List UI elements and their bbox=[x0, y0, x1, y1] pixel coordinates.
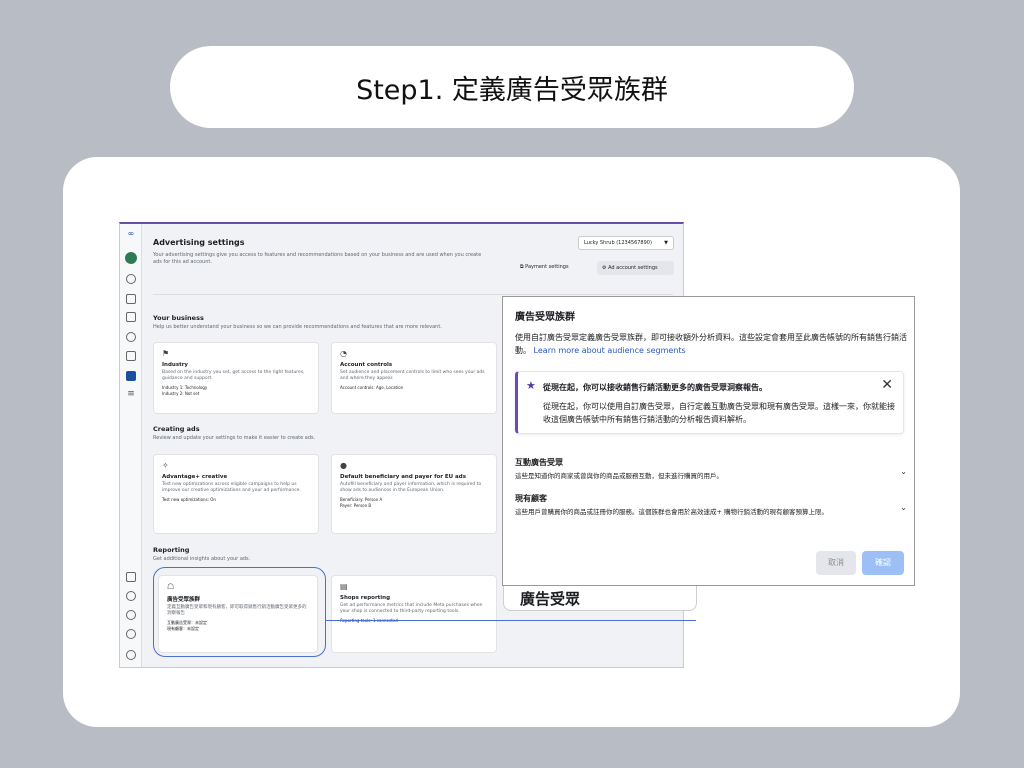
notice-body: 從現在起，你可以使用自訂廣告受眾，自行定義互動廣告受眾和現有廣告受眾。這樣一來，… bbox=[543, 402, 895, 424]
audience-panel-behind: 廣告受眾 bbox=[503, 585, 697, 611]
tile-meta: Account controls: Age, Location bbox=[340, 385, 404, 390]
left-nav-rail: ∞ ≡ bbox=[120, 224, 142, 667]
notice-heading: 從現在起，你可以接收銷售行銷活動更多的廣告受眾洞察報告。 bbox=[543, 383, 767, 392]
grid-icon[interactable] bbox=[126, 294, 136, 304]
pages-icon[interactable] bbox=[126, 312, 136, 322]
beneficiary-payer-tile[interactable]: ● Default beneficiary and payer for EU a… bbox=[331, 454, 497, 534]
meta-logo-icon[interactable]: ∞ bbox=[126, 230, 136, 240]
menu-icon[interactable]: ≡ bbox=[126, 390, 136, 400]
avatar[interactable] bbox=[125, 252, 137, 264]
section-desc-creating: Review and update your settings to make … bbox=[153, 435, 316, 441]
section-title-reporting: Reporting bbox=[153, 546, 190, 554]
tile-title: Shops reporting bbox=[340, 595, 391, 601]
account-select[interactable]: Lucky Shrub (1234567890) ▼ bbox=[578, 236, 674, 250]
chevron-down-icon: ▼ bbox=[664, 240, 668, 246]
ad-account-settings-label: Ad account settings bbox=[608, 265, 658, 271]
cancel-button[interactable]: 取消 bbox=[816, 551, 856, 575]
tile-desc: Set audience and placement controls to l… bbox=[340, 370, 485, 381]
page-title: Advertising settings bbox=[153, 238, 245, 247]
close-icon[interactable]: ✕ bbox=[881, 377, 893, 393]
shops-reporting-tile[interactable]: ▤ Shops reporting Get ad performance met… bbox=[331, 575, 497, 653]
star-icon: ★ bbox=[526, 379, 536, 392]
payment-settings-link[interactable]: ⧉ Payment settings bbox=[520, 264, 569, 270]
advantage-creative-tile[interactable]: ✧ Advantage+ creative Test new optimizat… bbox=[153, 454, 319, 534]
tile-desc: Based on the industry you set, get acces… bbox=[162, 370, 305, 381]
tile-title: Industry bbox=[162, 362, 189, 368]
industry-tile[interactable]: ⚑ Industry Based on the industry you set… bbox=[153, 342, 319, 414]
tile-title: Advantage+ creative bbox=[162, 474, 228, 480]
home-icon[interactable] bbox=[126, 274, 136, 284]
divider bbox=[153, 294, 673, 295]
chevron-down-icon[interactable]: ⌄ bbox=[900, 503, 907, 512]
slide-heading-pill: Step1. 定義廣告受眾族群 bbox=[170, 46, 854, 128]
accordion-desc: 這些是知道你的商家或曾與你的商品或服務互動，但未進行購買的用戶。 bbox=[515, 472, 723, 480]
account-select-value: Lucky Shrub (1234567890) bbox=[584, 240, 652, 246]
accordion-title: 互動廣告受眾 bbox=[515, 458, 563, 467]
tile-meta: Test new optimizations: On bbox=[162, 497, 216, 502]
slide-heading: Step1. 定義廣告受眾族群 bbox=[356, 74, 668, 106]
bell-icon[interactable] bbox=[126, 610, 136, 620]
tile-desc: Test new optimizations across eligible c… bbox=[162, 482, 301, 493]
section-title-creating: Creating ads bbox=[153, 425, 200, 433]
dialog-description: 使用自訂廣告受眾定義廣告受眾族群，即可接收額外分析資料。這些設定會套用至此廣告帳… bbox=[515, 331, 907, 357]
section-desc-reporting: Get additional insights about your ads. bbox=[153, 556, 251, 562]
tile-meta: Industry 2: Not set bbox=[162, 390, 200, 396]
tile-desc: Get ad performance metrics that include … bbox=[340, 603, 483, 614]
account-controls-tile[interactable]: ◔ Account controls Set audience and plac… bbox=[331, 342, 497, 414]
existing-customers-accordion[interactable]: 現有顧客 這些用戶曾購買你的商品或註冊你的服務。這個族群也會用於高效速成+ 購物… bbox=[515, 493, 907, 517]
tile-title: Default beneficiary and payer for EU ads bbox=[340, 474, 466, 480]
audience-panel-label: 廣告受眾 bbox=[520, 590, 581, 608]
learn-more-link[interactable]: Learn more about audience segments bbox=[534, 346, 686, 355]
flag-icon: ⚑ bbox=[162, 349, 170, 358]
tile-meta: Payer: Person B bbox=[340, 502, 372, 508]
highlight-outline bbox=[153, 567, 326, 657]
chevron-down-icon[interactable]: ⌄ bbox=[900, 467, 907, 476]
accordion-desc: 這些用戶曾購買你的商品或註冊你的服務。這個族群也會用於高效速成+ 購物行銷活動的… bbox=[515, 508, 829, 516]
gauge-icon: ◔ bbox=[340, 349, 347, 358]
section-title-business: Your business bbox=[153, 314, 204, 322]
search-icon[interactable] bbox=[126, 629, 136, 639]
report-icon: ▤ bbox=[340, 582, 348, 591]
insights-notice: ★ 從現在起，你可以接收銷售行銷活動更多的廣告受眾洞察報告。 從現在起，你可以使… bbox=[515, 371, 904, 434]
audience-icon[interactable] bbox=[126, 332, 136, 342]
accordion-title: 現有顧客 bbox=[515, 494, 547, 503]
megaphone-icon[interactable] bbox=[126, 371, 136, 381]
audience-segments-dialog: 廣告受眾族群 使用自訂廣告受眾定義廣告受眾族群，即可接收額外分析資料。這些設定會… bbox=[502, 296, 915, 586]
help-icon[interactable] bbox=[126, 650, 136, 660]
tile-desc: Autofill beneficiary and payer informati… bbox=[340, 482, 482, 493]
connector-line bbox=[326, 620, 696, 621]
billing-icon[interactable] bbox=[126, 572, 136, 582]
ad-account-settings-button[interactable]: ⚙ Ad account settings bbox=[597, 261, 674, 275]
engaged-audience-accordion[interactable]: 互動廣告受眾 這些是知道你的商家或曾與你的商品或服務互動，但未進行購買的用戶。 … bbox=[515, 457, 907, 481]
tile-title: Account controls bbox=[340, 362, 393, 368]
catalog-icon[interactable] bbox=[126, 351, 136, 361]
section-desc-business: Help us better understand your business … bbox=[153, 324, 442, 330]
payment-settings-label: Payment settings bbox=[525, 264, 569, 270]
sparkle-icon: ✧ bbox=[162, 461, 169, 470]
confirm-button[interactable]: 確認 bbox=[862, 551, 904, 575]
page-description: Your advertising settings give you acces… bbox=[153, 252, 482, 265]
globe-icon: ● bbox=[340, 461, 347, 470]
settings-icon[interactable] bbox=[126, 591, 136, 601]
dialog-title: 廣告受眾族群 bbox=[515, 312, 575, 323]
